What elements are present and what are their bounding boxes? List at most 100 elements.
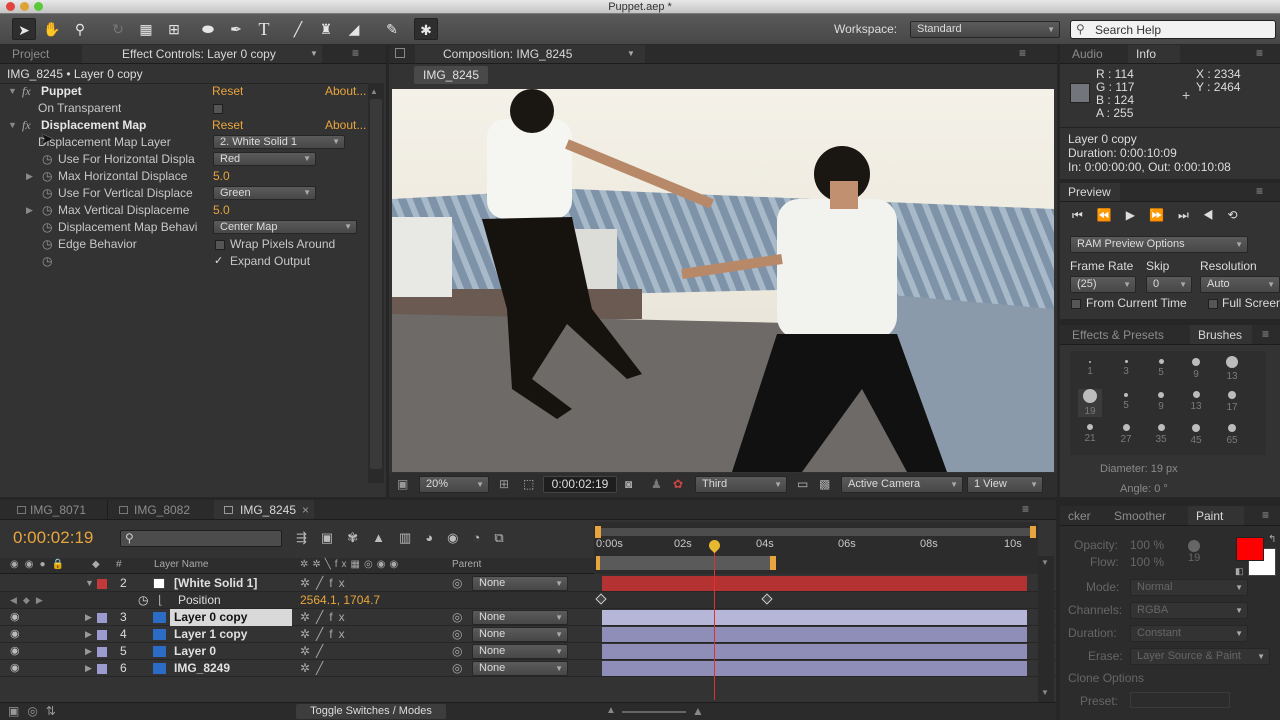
resolution-select[interactable]: Third ▼ bbox=[695, 476, 787, 493]
last-frame-icon[interactable]: ⏭ bbox=[1178, 208, 1203, 222]
timeline-search-input[interactable]: ⚲ bbox=[120, 530, 282, 547]
tab-paint[interactable]: Paint bbox=[1188, 506, 1244, 525]
navigator-end-handle[interactable] bbox=[1030, 526, 1036, 538]
expand-triangle-icon[interactable]: ▶ bbox=[26, 202, 33, 219]
full-screen-checkbox[interactable] bbox=[1208, 299, 1218, 309]
tab-effect-controls[interactable]: Effect Controls: Layer 0 copy ▼ bbox=[82, 45, 322, 63]
current-time-display[interactable]: 0:00:02:19 bbox=[543, 476, 617, 493]
vertical-use-select[interactable]: Green ▼ bbox=[213, 186, 316, 200]
layer-name-header[interactable]: Layer Name bbox=[154, 559, 208, 570]
chevron-down-icon[interactable]: ▼ bbox=[627, 45, 635, 63]
erase-select[interactable]: Layer Source & Paint ▼ bbox=[1130, 648, 1270, 665]
max-vertical-value[interactable]: 5.0 bbox=[213, 202, 230, 219]
layer-row[interactable]: ▼ 2 [White Solid 1] ✲╱fx ◎ None ▼ bbox=[0, 575, 1056, 592]
tab-audio[interactable]: Audio bbox=[1064, 45, 1111, 63]
pan-behind-tool-icon[interactable]: ⊞ bbox=[162, 18, 186, 40]
scroll-up-icon[interactable]: ▲ bbox=[370, 87, 378, 96]
parent-select[interactable]: None ▼ bbox=[472, 610, 568, 625]
camera-select[interactable]: Active Camera ▼ bbox=[841, 476, 963, 493]
first-frame-icon[interactable]: ⏮ bbox=[1072, 208, 1097, 222]
scroll-down-icon[interactable]: ▼ bbox=[1041, 688, 1049, 697]
grid-icon[interactable]: ⊞ bbox=[499, 477, 509, 491]
region-of-interest-icon[interactable]: ⬚ bbox=[523, 477, 534, 491]
tab-tracker[interactable]: cker bbox=[1060, 506, 1099, 525]
about-link[interactable]: About... bbox=[325, 83, 366, 100]
tab-info[interactable]: Info bbox=[1128, 45, 1180, 63]
panel-menu-icon[interactable]: ≡ bbox=[1022, 502, 1029, 516]
brush-tip[interactable]: 13 bbox=[1184, 391, 1208, 412]
clone-options-label[interactable]: Clone Options bbox=[1068, 671, 1144, 685]
stopwatch-icon[interactable]: ◷ bbox=[42, 168, 52, 185]
zoom-select[interactable]: 20% ▼ bbox=[419, 476, 489, 493]
stopwatch-icon[interactable]: ◷ bbox=[138, 592, 148, 609]
transparency-grid-icon[interactable]: ▩ bbox=[819, 477, 830, 491]
effect-displacement-map-row[interactable]: ▼ fx Displacement Map Reset About... bbox=[0, 117, 366, 134]
skip-select[interactable]: 0 ▼ bbox=[1146, 276, 1192, 293]
effect-puppet-row[interactable]: ▼ fx Puppet Reset About... bbox=[0, 83, 366, 100]
hide-shy-layers-icon[interactable]: ▲ bbox=[372, 530, 399, 545]
brush-tip[interactable]: 5 bbox=[1149, 359, 1173, 378]
timeline-current-time[interactable]: 0:00:02:19 bbox=[13, 528, 93, 548]
label-color-swatch[interactable] bbox=[97, 630, 107, 640]
layer-row[interactable]: ◉ ▶ 6 IMG_8249 ✲╱ ◎ None ▼ bbox=[0, 660, 1056, 677]
timeline-zoom-slider[interactable] bbox=[622, 711, 686, 713]
type-tool-icon[interactable]: T bbox=[252, 18, 276, 40]
brush-tip[interactable]: 27 bbox=[1114, 424, 1138, 445]
expand-triangle-icon[interactable]: ▶ bbox=[26, 168, 33, 185]
workspace-select[interactable]: Standard ▼ bbox=[910, 21, 1060, 38]
eraser-tool-icon[interactable]: ◢ bbox=[342, 18, 366, 40]
frame-rate-select[interactable]: (25) ▼ bbox=[1070, 276, 1136, 293]
default-colors-icon[interactable]: ◧ bbox=[1235, 566, 1244, 577]
expand-triangle-icon[interactable]: ▼ bbox=[8, 117, 17, 134]
ram-preview-options-select[interactable]: RAM Preview Options ▼ bbox=[1070, 236, 1248, 253]
keyframe-navigator-icons[interactable]: ◀◆▶ bbox=[10, 592, 49, 609]
search-help-field[interactable]: ⚲ Search Help bbox=[1070, 20, 1276, 39]
parent-select[interactable]: None ▼ bbox=[472, 576, 568, 591]
parent-pickwhip-icon[interactable]: ◎ bbox=[452, 643, 462, 660]
tab-img-8071[interactable]: IMG_8071 bbox=[8, 500, 108, 519]
flow-value[interactable]: 100 % bbox=[1130, 555, 1164, 569]
horizontal-use-select[interactable]: Red ▼ bbox=[213, 152, 316, 166]
preset-buttons[interactable] bbox=[1130, 692, 1230, 708]
time-navigator[interactable] bbox=[595, 526, 1036, 538]
work-area-bar[interactable] bbox=[598, 556, 774, 570]
layer-switches[interactable]: ✲╱fx bbox=[300, 609, 351, 626]
label-color-swatch[interactable] bbox=[97, 613, 107, 623]
brush-tip[interactable]: 21 bbox=[1078, 424, 1102, 444]
layer-name[interactable]: IMG_8249 bbox=[174, 660, 230, 677]
keyframe-diamond[interactable] bbox=[761, 593, 773, 605]
rotation-tool-icon[interactable]: ↻ bbox=[106, 18, 130, 40]
scrollbar-thumb[interactable] bbox=[370, 99, 382, 469]
expand-triangle-icon[interactable]: ▶ bbox=[85, 660, 92, 677]
expand-output-checkbox[interactable]: ✓ bbox=[214, 253, 223, 270]
channels-select[interactable]: RGBA ▼ bbox=[1130, 602, 1248, 619]
motion-blur-icon[interactable]: ◕ bbox=[425, 530, 447, 545]
max-horizontal-value[interactable]: 5.0 bbox=[213, 168, 230, 185]
fx-icon[interactable]: fx bbox=[22, 83, 31, 100]
stopwatch-icon[interactable]: ◷ bbox=[42, 236, 52, 253]
brush-tip[interactable]: 65 bbox=[1220, 424, 1244, 446]
mode-select[interactable]: Normal ▼ bbox=[1130, 579, 1248, 596]
frame-blending-icon[interactable]: ▥ bbox=[399, 530, 425, 545]
resolution-preview-select[interactable]: Auto ▼ bbox=[1200, 276, 1280, 293]
eye-icon[interactable]: ◉ bbox=[10, 660, 20, 677]
show-snapshot-icon[interactable]: ♟ bbox=[651, 477, 662, 491]
position-value[interactable]: 2564.1, 1704.7 bbox=[300, 592, 380, 609]
layer-row[interactable]: ◉ ▶ 3 Layer 0 copy ✲╱fx ◎ None ▼ bbox=[0, 609, 1056, 626]
layer-name[interactable]: Layer 0 bbox=[174, 643, 216, 660]
toggle-switches-modes-button[interactable]: Toggle Switches / Modes bbox=[296, 704, 446, 719]
brush-tip[interactable]: 13 bbox=[1220, 356, 1244, 382]
footer-toggle-icons[interactable]: ▣◎⇅ bbox=[8, 704, 64, 718]
comp-subtab[interactable]: IMG_8245 bbox=[414, 66, 489, 84]
tab-project[interactable]: Project bbox=[4, 45, 57, 63]
clone-stamp-tool-icon[interactable]: ♜ bbox=[314, 18, 338, 40]
parent-pickwhip-icon[interactable]: ◎ bbox=[452, 609, 462, 626]
layer-duration-bar[interactable] bbox=[602, 644, 1027, 659]
layer-name[interactable]: Layer 1 copy bbox=[174, 626, 247, 643]
eye-icon[interactable]: ◉ bbox=[10, 626, 20, 643]
previous-frame-icon[interactable]: ⏪ bbox=[1097, 208, 1126, 222]
foreground-color-swatch[interactable] bbox=[1236, 537, 1264, 561]
stopwatch-icon[interactable]: ◷ bbox=[42, 202, 52, 219]
lock-icon[interactable] bbox=[395, 48, 405, 58]
graph-editor-icon[interactable]: ⧉ bbox=[494, 530, 517, 545]
